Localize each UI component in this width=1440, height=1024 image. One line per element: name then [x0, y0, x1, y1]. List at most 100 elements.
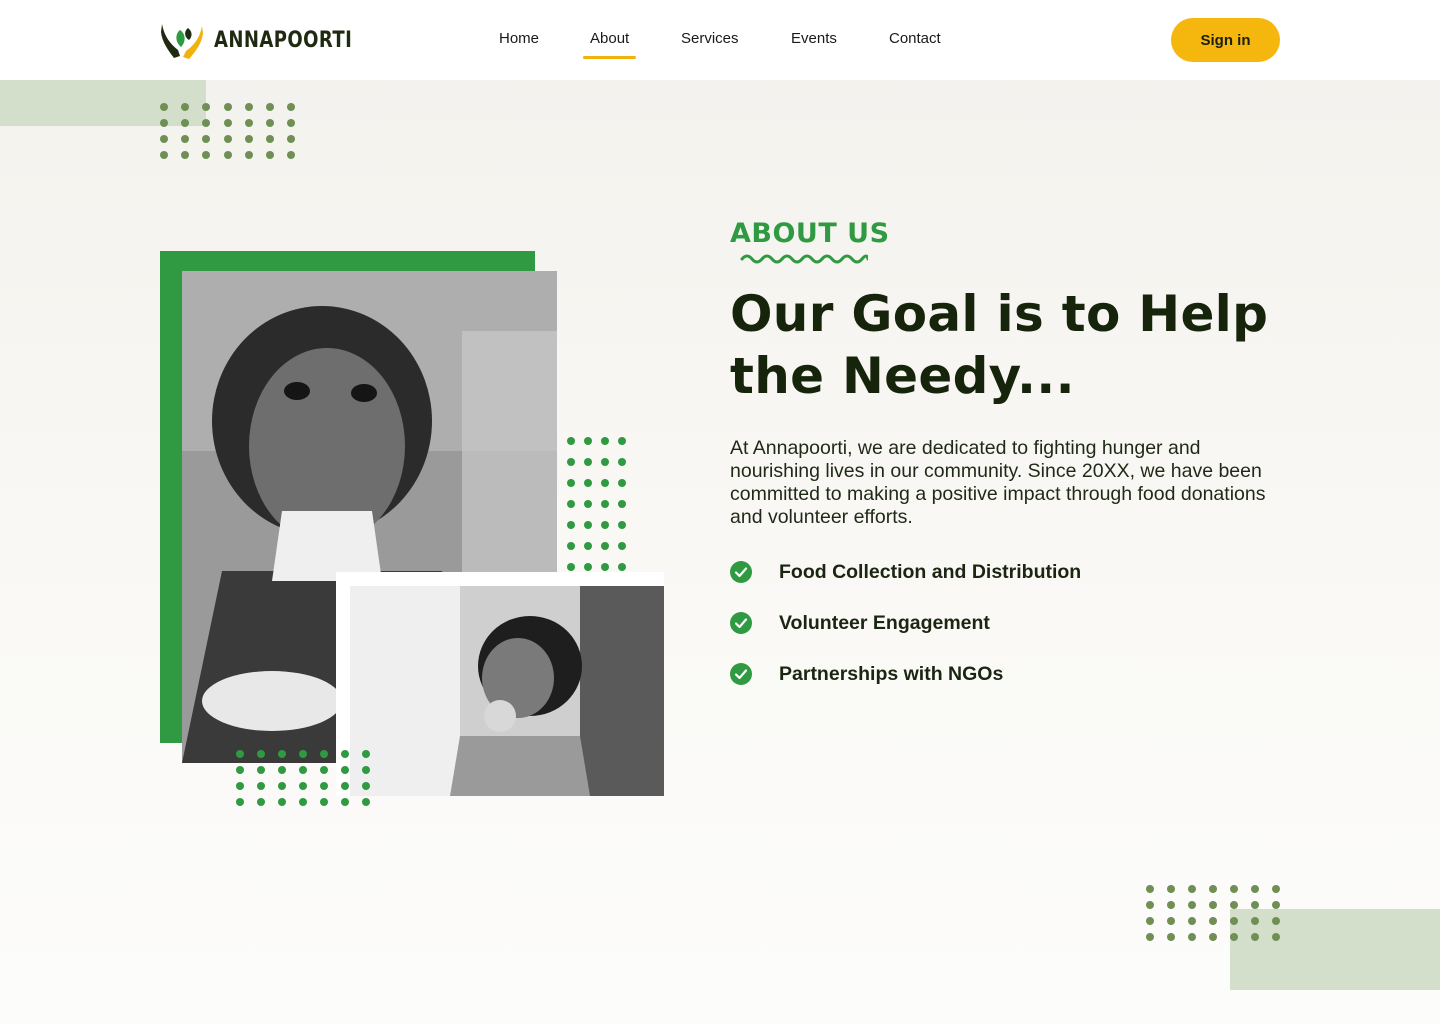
decorative-dot: [181, 151, 190, 159]
dot-pattern-below-photo: [236, 750, 370, 806]
decorative-dot: [567, 479, 575, 487]
decorative-dot: [223, 119, 232, 127]
decorative-dot: [618, 458, 626, 466]
decorative-dot: [362, 782, 370, 790]
decorative-dot: [299, 782, 307, 790]
decorative-dot: [1272, 901, 1280, 909]
decorative-dot: [601, 500, 609, 508]
decorative-dot: [160, 103, 168, 111]
decorative-dot: [257, 750, 265, 758]
decorative-dot: [244, 151, 253, 159]
decorative-dot: [567, 458, 575, 466]
decorative-dot: [160, 119, 168, 127]
decorative-dot: [1230, 901, 1238, 909]
decorative-dot: [618, 437, 626, 445]
decorative-dot: [236, 798, 244, 806]
decorative-dot: [202, 135, 211, 143]
decorative-dot: [202, 151, 211, 159]
decorative-dot: [1272, 885, 1280, 893]
decorative-dot: [1188, 901, 1196, 909]
decorative-dot: [181, 119, 190, 127]
feature-item: Food Collection and Distribution: [730, 560, 1081, 584]
decorative-dot: [567, 437, 575, 445]
decorative-dot: [601, 542, 609, 550]
decorative-dot: [236, 782, 244, 790]
feature-label: Partnerships with NGOs: [779, 662, 1004, 685]
decorative-dot: [278, 798, 286, 806]
decorative-dot: [1251, 917, 1259, 925]
nav-about[interactable]: About: [582, 30, 637, 59]
decorative-dot: [287, 151, 296, 159]
site-header: ANNAPOORTI Home About Services Events Co…: [0, 0, 1440, 80]
decorative-dot: [278, 782, 286, 790]
decorative-dot: [362, 750, 370, 758]
decorative-dot: [236, 766, 244, 774]
decorative-dot: [567, 563, 575, 571]
decorative-dot: [584, 437, 592, 445]
decorative-dot: [584, 500, 592, 508]
decorative-dot: [1209, 901, 1217, 909]
decorative-dot: [601, 437, 609, 445]
decorative-dot: [320, 782, 328, 790]
decorative-dot: [299, 798, 307, 806]
decorative-dot: [236, 750, 244, 758]
decorative-dot: [341, 798, 349, 806]
decorative-dot: [1209, 917, 1217, 925]
decorative-dot: [1272, 917, 1280, 925]
decorative-dot: [265, 135, 274, 143]
decorative-dot: [202, 119, 211, 127]
nav-services[interactable]: Services: [681, 30, 739, 47]
decorative-dot: [202, 103, 211, 111]
decorative-dot: [299, 766, 307, 774]
check-circle-icon: [730, 612, 752, 634]
decorative-dot: [1188, 917, 1196, 925]
check-circle-icon: [730, 561, 752, 583]
hands-leaf-icon: [161, 24, 203, 59]
decorative-dot: [181, 135, 190, 143]
decorative-dot: [1146, 885, 1154, 893]
decorative-dot: [181, 103, 190, 111]
decorative-dot: [1251, 885, 1259, 893]
decorative-dot: [244, 103, 253, 111]
decorative-dot: [1209, 885, 1217, 893]
decorative-dot: [320, 750, 328, 758]
decorative-dot: [1230, 933, 1238, 941]
decorative-dot: [320, 766, 328, 774]
decorative-dot: [1146, 917, 1154, 925]
child-eating-photo: [350, 586, 664, 796]
brand-logo[interactable]: ANNAPOORTI: [158, 20, 383, 60]
decorative-dot: [1209, 933, 1217, 941]
feature-label: Food Collection and Distribution: [779, 560, 1082, 583]
sign-in-button[interactable]: Sign in: [1171, 18, 1280, 62]
decorative-dot: [223, 151, 232, 159]
brand-name: ANNAPOORTI: [214, 27, 353, 53]
feature-label: Volunteer Engagement: [779, 611, 990, 634]
decorative-dot: [1230, 885, 1238, 893]
check-circle-icon: [730, 663, 752, 685]
decorative-dot: [287, 103, 296, 111]
decorative-dot: [584, 521, 592, 529]
decorative-dot: [223, 103, 232, 111]
nav-events[interactable]: Events: [791, 30, 837, 47]
decorative-dot: [287, 119, 296, 127]
decorative-dot: [341, 766, 349, 774]
decorative-dot: [567, 500, 575, 508]
dot-pattern-top-left: [160, 103, 296, 159]
decorative-dot: [257, 782, 265, 790]
feature-item: Volunteer Engagement: [730, 611, 1081, 635]
nav-contact[interactable]: Contact: [889, 30, 941, 47]
decorative-dot: [584, 542, 592, 550]
nav-home[interactable]: Home: [499, 30, 539, 47]
decorative-dot: [584, 563, 592, 571]
feature-list: Food Collection and Distribution Volunte…: [730, 560, 1081, 713]
decorative-dot: [341, 782, 349, 790]
decorative-dot: [278, 750, 286, 758]
dot-pattern-right-of-photo: [567, 437, 626, 571]
decorative-dot: [601, 479, 609, 487]
decorative-dot: [244, 135, 253, 143]
decorative-dot: [1167, 901, 1175, 909]
decorative-dot: [618, 479, 626, 487]
section-headline: Our Goal is to Help the Needy...: [730, 285, 1269, 405]
decorative-dot: [320, 798, 328, 806]
decorative-dot: [265, 119, 274, 127]
